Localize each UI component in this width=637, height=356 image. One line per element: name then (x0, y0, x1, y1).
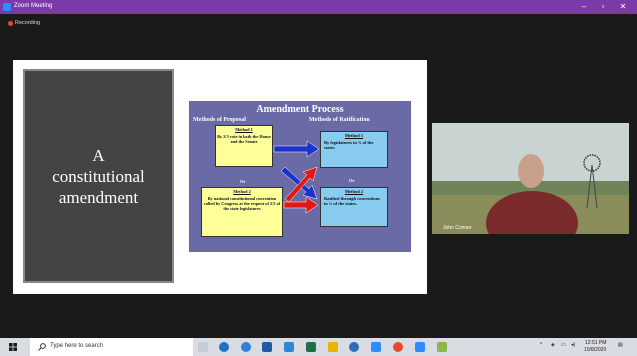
chevron-up-icon[interactable]: ^ (540, 342, 542, 348)
blue-arrow-icon (273, 140, 320, 158)
task-view-icon[interactable] (198, 342, 208, 352)
participant-video[interactable]: John Conner (432, 123, 629, 234)
recording-label: Recording (15, 20, 41, 26)
mail-icon[interactable] (262, 342, 272, 352)
shared-slide: A constitutional amendment Amendment Pro… (13, 60, 427, 294)
windows-start-icon[interactable] (9, 343, 17, 351)
zoom-meeting-taskbar-icon[interactable] (415, 342, 425, 352)
recording-dot-icon (8, 21, 13, 26)
close-button[interactable]: ✕ (616, 2, 630, 12)
file-explorer-icon[interactable] (328, 342, 338, 352)
taskbar-search-box[interactable]: Type here to search (30, 338, 193, 356)
title-bar: Zoom Meeting – ▫ ✕ (0, 0, 637, 14)
window-title: Zoom Meeting (14, 3, 53, 9)
pen-app-icon[interactable] (437, 342, 447, 352)
clock-date[interactable]: 10/8/2020 (584, 347, 606, 353)
chrome-icon[interactable] (241, 342, 251, 352)
zoom-taskbar-icon[interactable] (371, 342, 381, 352)
edge-icon[interactable] (219, 342, 229, 352)
person-head (518, 154, 544, 188)
recording-indicator[interactable]: Recording (8, 20, 41, 26)
amendment-diagram: Amendment Process Methods of Proposal Me… (189, 101, 411, 252)
participant-name: John Conner (443, 225, 472, 231)
zoom-app-icon (3, 3, 11, 11)
firefox-icon[interactable] (393, 342, 403, 352)
slide-left-panel: A constitutional amendment (23, 69, 174, 283)
search-placeholder: Type here to search (50, 343, 104, 349)
volume-icon[interactable]: ◂) (571, 342, 575, 348)
app-icon[interactable] (349, 342, 359, 352)
video-scene (432, 123, 629, 234)
slide-text-line: constitutional (52, 166, 145, 186)
search-icon (38, 343, 46, 351)
battery-icon[interactable]: ▭ (561, 342, 566, 348)
network-icon[interactable]: ◈ (551, 342, 555, 348)
arrows-layer (273, 140, 320, 214)
store-icon[interactable] (284, 342, 294, 352)
maximize-button[interactable]: ▫ (596, 2, 610, 12)
clock-time[interactable]: 12:51 PM (585, 340, 606, 346)
excel-icon[interactable] (306, 342, 316, 352)
minimize-button[interactable]: – (577, 2, 591, 12)
slide-text-line: A (92, 145, 105, 165)
slide-text-line: amendment (58, 187, 139, 207)
taskbar: Type here to search ^ ◈ ▭ ◂) 12:51 PM 10… (0, 338, 637, 356)
notifications-icon[interactable]: ▤ (618, 342, 623, 348)
